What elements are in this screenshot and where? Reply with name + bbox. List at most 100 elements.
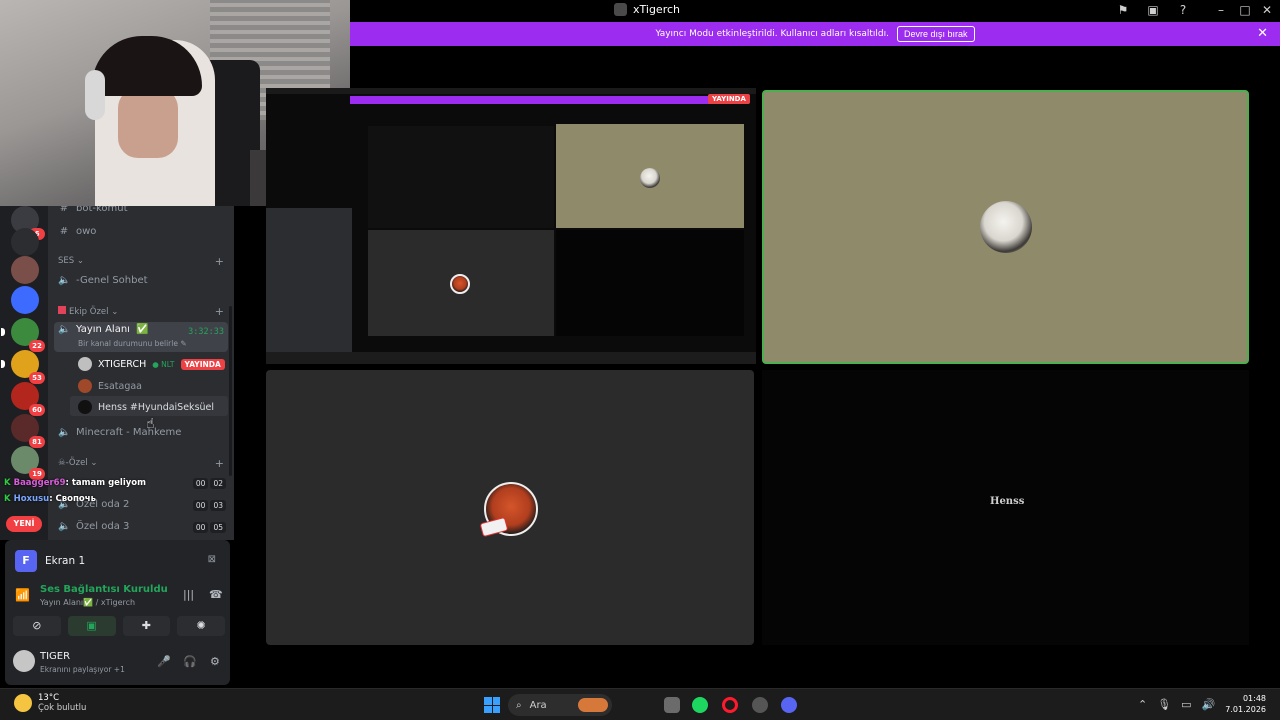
server-icon[interactable]: 22 (1, 318, 45, 352)
add-channel-icon[interactable]: + (215, 457, 224, 470)
category-ekip[interactable]: Ekip Özel ⌄ (58, 306, 118, 317)
category-ses[interactable]: SES ⌄ (58, 256, 84, 266)
server-icon[interactable] (11, 286, 39, 314)
voice-user[interactable]: XTIGERCH ● NLT YAYINDA (78, 357, 225, 371)
voice-user[interactable]: Henss #HyundaiSeksüel (78, 400, 214, 414)
avatar[interactable] (13, 650, 35, 672)
voice-channel-minecraft[interactable]: 🔈 Minecraft - Mahkeme (58, 427, 181, 438)
server-icon[interactable] (11, 256, 39, 284)
close-banner-icon[interactable]: ✕ (1257, 26, 1268, 41)
weather-icon (14, 694, 32, 712)
microphone-icon[interactable]: 🎤 (157, 655, 171, 668)
soundboard-button[interactable]: ✺ (177, 616, 225, 636)
chat-platform-icon: K (4, 494, 11, 504)
avatar (78, 357, 92, 371)
nested-stream-preview[interactable] (266, 88, 756, 364)
spotify-icon[interactable] (692, 697, 708, 713)
stop-share-icon[interactable]: ⊠ (208, 554, 216, 565)
disconnect-icon[interactable]: ☎ (209, 588, 223, 601)
search-icon: ⌕ (516, 699, 522, 711)
user-name[interactable]: TIGER (40, 651, 70, 662)
connection-title[interactable]: Ses Bağlantısı Kuruldu (40, 584, 168, 595)
weather-widget[interactable]: 13°C Çok bulutlu (14, 693, 86, 713)
share-screen-button[interactable]: ▣ (67, 616, 116, 636)
opera-icon[interactable] (722, 697, 738, 713)
voice-panel: F Ekran 1 ⊠ 📶 Ses Bağlantısı Kuruldu Yay… (5, 540, 230, 685)
voice-user[interactable]: Esatagaa (78, 379, 142, 393)
chat-text: : Свопочь (49, 494, 96, 504)
voice-channel-yayin[interactable]: 🔈 Yayın Alanı ✅ (58, 324, 148, 335)
channel-scrollbar[interactable] (229, 306, 232, 476)
file-explorer-icon[interactable] (664, 697, 680, 713)
display-tray-icon[interactable]: ▭ (1181, 698, 1191, 711)
count-b: 02 (210, 478, 226, 489)
close-window-icon[interactable]: ✕ (1260, 3, 1274, 17)
voice-channel-ozel3[interactable]: 🔈 Özel oda 3 (58, 521, 129, 532)
text-channel[interactable]: # owo (58, 226, 97, 237)
help-icon[interactable]: ? (1176, 3, 1190, 17)
room-counts: 00 02 (192, 478, 226, 489)
room-counts: 00 05 (192, 522, 226, 533)
count-b: 03 (210, 500, 226, 511)
room-counts: 00 03 (192, 500, 226, 511)
app-icon[interactable] (752, 697, 768, 713)
nested-banner (350, 96, 724, 104)
windows-start-icon[interactable] (484, 697, 500, 713)
system-tray: ⌃ 🎙 ▭ 🔊 01:48 7.01.2026 (1138, 693, 1266, 715)
chevron-up-icon[interactable]: ⌃ (1138, 698, 1147, 711)
window-title: xTigerch (633, 3, 680, 16)
settings-gear-icon[interactable]: ⚙ (210, 655, 220, 668)
inbox-icon[interactable]: ⚑ (1116, 3, 1130, 17)
server-icon[interactable]: 81 (11, 414, 45, 448)
taskbar-search[interactable]: ⌕ Ara (508, 694, 612, 716)
nested-tiger-avatar (640, 168, 660, 188)
server-icon[interactable]: 53 (1, 350, 45, 384)
server-icon[interactable]: 19 (11, 446, 45, 480)
hashtag-icon: # (59, 226, 69, 237)
signal-icon[interactable]: 📶 (15, 588, 30, 602)
clock[interactable]: 01:48 7.01.2026 (1225, 693, 1266, 715)
weather-desc: Çok bulutlu (38, 703, 87, 713)
channel-status-hint[interactable]: Bir kanal durumunu belirle ✎ (78, 339, 187, 348)
minimize-icon[interactable]: – (1214, 3, 1228, 17)
connection-sub[interactable]: Yayın Alanı✅ / xTigerch (40, 598, 135, 607)
new-unreads-pill[interactable]: YENİ (6, 516, 42, 532)
noise-suppression-icon[interactable]: ||| (183, 588, 194, 601)
volume-icon[interactable]: 🔊 (1202, 698, 1216, 711)
add-channel-icon[interactable]: + (215, 255, 224, 268)
category-label: Ekip Özel (69, 307, 109, 317)
speaker-icon: 🔈 (58, 427, 71, 438)
tiger-avatar (980, 201, 1032, 253)
chat-overlay-line: K Baagger69: tamam geliyom (4, 478, 146, 488)
mouse-cursor-icon: ☝ (146, 416, 155, 432)
server-icon[interactable]: 60 (11, 382, 45, 416)
category-label: -Özel (65, 458, 88, 468)
maximize-icon[interactable]: □ (1238, 3, 1252, 17)
avatar (78, 379, 92, 393)
screen-share-card[interactable]: F Ekran 1 ⊠ (9, 546, 226, 576)
status-hint-text: Bir kanal durumunu belirle (78, 339, 178, 348)
discord-icon[interactable] (781, 697, 797, 713)
voice-channel-genel[interactable]: 🔈 -Genel Sohbet (58, 275, 148, 286)
channel-name: -Genel Sohbet (76, 275, 148, 286)
disable-streamer-mode-button[interactable]: Devre dışı bırak (897, 26, 975, 42)
camera-off-button[interactable]: ⊘ (13, 616, 61, 636)
activities-button[interactable]: ✚ (122, 616, 171, 636)
windows-taskbar: 13°C Çok bulutlu ⌕ Ara ⌃ 🎙 ▭ 🔊 01:48 7.0… (0, 688, 1280, 720)
headphones-icon[interactable]: 🎧 (183, 655, 197, 668)
add-channel-icon[interactable]: + (215, 305, 224, 318)
mic-tray-icon[interactable]: 🎙 (1157, 698, 1171, 711)
nested-user-avatar (450, 274, 470, 294)
category-ozel[interactable]: ☠-Özel ⌄ (58, 458, 98, 468)
server-badge: 60 (29, 404, 45, 416)
server-list: 6 22 53 60 81 19 YENİ (0, 206, 48, 540)
server-badge: 53 (29, 372, 45, 384)
live-badge: YAYINDA (180, 358, 225, 370)
monitor-icon[interactable]: ▣ (1146, 3, 1160, 17)
user-tag: ● NLT (152, 359, 175, 369)
user-tag-text: NLT (161, 359, 175, 369)
voice-controls: ⊘ ▣ ✚ ✺ (13, 616, 225, 636)
channel-name: bot-komut (76, 206, 128, 214)
text-channel[interactable]: # bot-komut (58, 206, 128, 214)
server-icon[interactable] (11, 228, 39, 256)
